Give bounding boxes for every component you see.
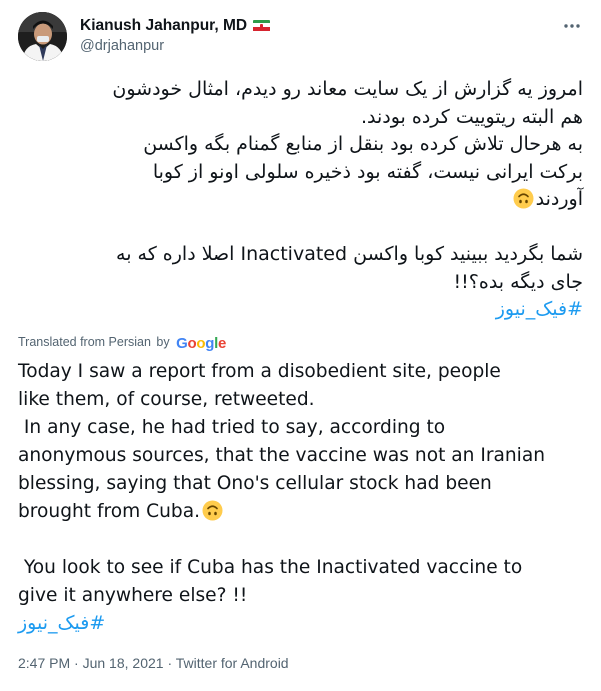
meta-separator: ·	[74, 655, 79, 671]
translation-line: Today I saw a report from a disobedient …	[18, 361, 501, 382]
meta-separator: ·	[167, 655, 173, 671]
translation-line: give it anywhere else? !!	[18, 584, 248, 606]
persian-line: امروز یه گزارش از یک سایت معاند رو دیدم،…	[112, 78, 583, 100]
persian-line: آوردند	[535, 188, 583, 210]
tweet-text-persian: امروز یه گزارش از یک سایت معاند رو دیدم،…	[17, 76, 583, 324]
tweet-text-translation: Today I saw a report from a disobedient …	[18, 358, 588, 610]
author-names: Kianush Jahanpur, MD @drjahanpur	[80, 15, 271, 54]
translation-attribution: Translated from Persian by Google	[18, 335, 226, 352]
translation-line: blessing, saying that Ono's cellular sto…	[18, 473, 492, 494]
translation-line: like them, of course, retweeted.	[18, 389, 315, 410]
tweet-time[interactable]: 2:47 PM	[18, 655, 70, 671]
persian-line: به هرحال تلاش کرده بود بنقل از منابع گمن…	[143, 133, 583, 155]
iran-flag-icon	[253, 19, 271, 32]
persian-line: شما بگردید ببینید کوبا واکسن Inactivated…	[116, 243, 583, 265]
upside-down-face-emoji-icon	[513, 188, 534, 209]
persian-line: برکت ایرانی نیست، گفته بود ذخیره سلولی ا…	[152, 160, 583, 183]
persian-line: جای دیگه بده؟!!	[453, 270, 583, 293]
tweet-date[interactable]: Jun 18, 2021	[83, 655, 164, 671]
translated-label: Translated from Persian	[18, 335, 151, 349]
translation-line: brought from Cuba.	[18, 501, 201, 522]
translation-line: anonymous sources, that the vaccine was …	[18, 445, 546, 466]
upside-down-face-emoji-icon	[202, 500, 223, 521]
tweet-metadata: 2:47 PM · Jun 18, 2021 · Twitter for And…	[18, 655, 289, 671]
tweet-header: Kianush Jahanpur, MD @drjahanpur	[18, 12, 586, 62]
translation-line-with-emoji: brought from Cuba.	[18, 498, 588, 526]
avatar[interactable]	[18, 12, 67, 61]
translation-line: In any case, he had tried to say, accord…	[18, 417, 446, 438]
tweet-source[interactable]: Twitter for Android	[176, 655, 289, 671]
tweet-card: Kianush Jahanpur, MD @drjahanpur امروز ی…	[0, 0, 601, 691]
display-name[interactable]: Kianush Jahanpur, MD	[80, 17, 247, 35]
google-logo[interactable]: Google	[176, 335, 226, 352]
persian-line: هم البته ریتوییت کرده بودند.	[360, 105, 583, 128]
user-handle[interactable]: @drjahanpur	[80, 38, 270, 54]
more-options-icon[interactable]	[562, 16, 582, 36]
translation-hashtag-link[interactable]: #فیک_نیوز	[18, 612, 105, 634]
translation-line: You look to see if Cuba has the Inactiva…	[18, 556, 523, 578]
persian-line-with-emoji: آوردند	[17, 186, 583, 214]
avatar-image	[18, 12, 67, 61]
hashtag-link[interactable]: #فیک_نیوز	[17, 296, 583, 324]
translated-by: by	[156, 335, 170, 349]
